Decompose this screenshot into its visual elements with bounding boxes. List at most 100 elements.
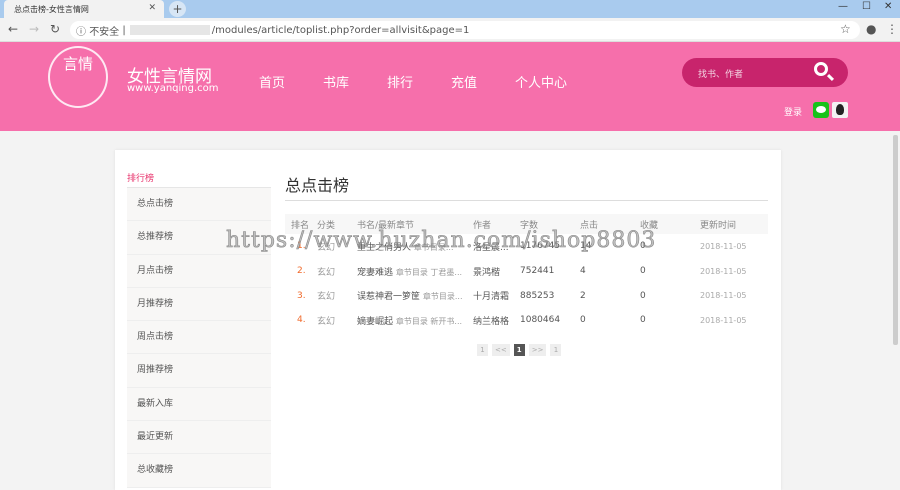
click-count: 4 (580, 266, 586, 277)
sidebar-item[interactable]: 总推荐榜 (127, 221, 271, 255)
latest-chapter-link[interactable]: 章节目录 新开书... (396, 317, 462, 326)
book-cell: 重生之俏男人 章节目录... (351, 234, 467, 259)
sidebar-item[interactable]: 月推荐榜 (127, 288, 271, 322)
pagination: 1 << 1 >> 1 (477, 344, 562, 356)
click-count: 2 (580, 290, 586, 301)
col-book: 书名/最新章节 (351, 214, 467, 234)
sidebar-title: 排行榜 (127, 174, 155, 184)
rank: 4. (297, 315, 306, 326)
wechat-icon[interactable] (813, 102, 829, 118)
update-date: 2018-11-05 (700, 241, 747, 251)
col-clicks: 点击 (574, 214, 634, 234)
search-icon[interactable] (814, 62, 828, 76)
site-logo[interactable]: 言情 (48, 46, 108, 108)
latest-chapter-link[interactable]: 章节目录 丁君墨... (396, 268, 462, 277)
favorite-count: 0 (640, 290, 646, 301)
maximize-icon[interactable]: ☐ (862, 1, 871, 12)
table-row: 2. 玄幻 宠妻难逃 章节目录 丁君墨... 景鸿楷 752441 4 0 20… (285, 259, 768, 284)
author[interactable]: 纳兰格格 (467, 308, 514, 333)
profile-icon[interactable]: ● (866, 22, 876, 36)
book-cell: 宠妻难逃 章节目录 丁君墨... (351, 259, 467, 284)
sidebar-item[interactable]: 最新入库 (127, 388, 271, 422)
page-last[interactable]: 1 (550, 344, 562, 356)
page-next[interactable]: >> (528, 344, 547, 356)
sidebar-item[interactable]: 周点击榜 (127, 321, 271, 355)
sidebar-item[interactable]: 最近更新 (127, 421, 271, 455)
search-box[interactable]: 找书、作者 (682, 58, 848, 87)
author[interactable]: 洛星晨... (467, 234, 514, 259)
category[interactable]: 玄幻 (311, 308, 351, 333)
book-cell: 嫡妻崛起 章节目录 新开书... (351, 308, 467, 333)
latest-chapter-link[interactable]: 章节目录... (423, 292, 463, 301)
sidebar-item[interactable]: 周推荐榜 (127, 354, 271, 388)
word-count: 885253 (520, 290, 555, 301)
update-date: 2018-11-05 (700, 315, 747, 325)
content-card: 排行榜 总点击榜 总推荐榜 月点击榜 月推荐榜 周点击榜 周推荐榜 最新入库 最… (115, 150, 781, 490)
page-title: 总点击榜 (285, 176, 350, 195)
new-tab-button[interactable]: + (169, 1, 186, 17)
scrollbar[interactable] (893, 135, 898, 345)
qq-icon[interactable] (832, 102, 848, 118)
rank: 1. (297, 241, 306, 252)
menu-icon[interactable]: ⋮ (886, 22, 898, 36)
logo-text: 言情 (63, 55, 94, 73)
url-text: /modules/article/toplist.php?order=allvi… (211, 24, 470, 36)
page-first[interactable]: 1 (477, 344, 488, 356)
latest-chapter-link[interactable]: 章节目录... (414, 243, 454, 252)
sidebar-item[interactable]: 总收藏榜 (127, 454, 271, 488)
nav-home[interactable]: 首页 (259, 72, 285, 91)
sidebar-item[interactable]: 月点击榜 (127, 255, 271, 288)
click-count: 0 (580, 315, 586, 326)
tab-title: 总点击榜-女性言情网 (14, 4, 89, 14)
col-updated: 更新时间 (694, 214, 768, 234)
author[interactable]: 景鸿楷 (467, 259, 514, 284)
book-title-link[interactable]: 嫡妻崛起 (357, 317, 393, 327)
category[interactable]: 玄幻 (311, 283, 351, 308)
close-window-icon[interactable]: ✕ (884, 1, 892, 12)
word-count: 1176745 (520, 241, 561, 252)
book-cell: 误惹神君一箩筐 章节目录... (351, 283, 467, 308)
nav-user-center[interactable]: 个人中心 (515, 72, 567, 91)
back-icon[interactable]: ← (8, 22, 18, 36)
category[interactable]: 玄幻 (311, 234, 351, 259)
sidebar-item[interactable]: 总点击榜 (127, 188, 271, 222)
site-domain: www.yanqing.com (127, 83, 219, 94)
close-tab-icon[interactable]: ✕ (148, 3, 156, 13)
rank: 3. (297, 290, 306, 301)
sidebar: 总点击榜 总推荐榜 月点击榜 月推荐榜 周点击榜 周推荐榜 最新入库 最近更新 … (127, 187, 271, 488)
page-prev[interactable]: << (492, 344, 510, 356)
security-label: 不安全 (89, 26, 120, 38)
table-row: 1. 玄幻 重生之俏男人 章节目录... 洛星晨... 1176745 14 0… (285, 234, 768, 259)
favorite-count: 0 (640, 315, 646, 326)
word-count: 752441 (520, 266, 555, 277)
ranking-table: 排名 分类 书名/最新章节 作者 字数 点击 收藏 更新时间 1. 玄幻 重生之… (285, 214, 768, 333)
forward-icon[interactable]: → (29, 22, 39, 36)
author[interactable]: 十月清霜 (467, 283, 514, 308)
col-words: 字数 (514, 214, 574, 234)
search-input[interactable]: 找书、作者 (698, 67, 743, 80)
login-link[interactable]: 登录 (784, 105, 802, 118)
favorite-count: 0 (640, 266, 646, 277)
site-header: 言情 女性言情网 www.yanqing.com 首页 书库 排行 充值 个人中… (0, 42, 900, 131)
book-title-link[interactable]: 宠妻难逃 (357, 268, 393, 278)
favorite-count: 0 (640, 241, 646, 252)
browser-tab[interactable]: 总点击榜-女性言情网 ✕ (4, 0, 164, 18)
book-title-link[interactable]: 误惹神君一箩筐 (357, 292, 420, 302)
address-bar: ← → ↻ ⓘ 不安全 |/modules/article/toplist.ph… (0, 18, 900, 42)
rank: 2. (297, 266, 306, 277)
reload-icon[interactable]: ↻ (50, 22, 60, 36)
page-current[interactable]: 1 (513, 344, 525, 356)
category[interactable]: 玄幻 (311, 259, 351, 284)
minimize-icon[interactable]: — (838, 1, 848, 12)
nav-recharge[interactable]: 充值 (451, 72, 477, 91)
col-category: 分类 (311, 214, 351, 234)
url-input[interactable]: ⓘ 不安全 |/modules/article/toplist.php?orde… (70, 21, 860, 39)
nav-library[interactable]: 书库 (323, 72, 349, 91)
table-row: 4. 玄幻 嫡妻崛起 章节目录 新开书... 纳兰格格 1080464 0 0 … (285, 308, 768, 333)
table-row: 3. 玄幻 误惹神君一箩筐 章节目录... 十月清霜 885253 2 0 20… (285, 283, 768, 308)
col-rank: 排名 (285, 214, 311, 234)
browser-tabbar: 总点击榜-女性言情网 ✕ + — ☐ ✕ (0, 0, 900, 18)
book-title-link[interactable]: 重生之俏男人 (357, 243, 411, 253)
nav-ranking[interactable]: 排行 (387, 72, 413, 91)
bookmark-star-icon[interactable]: ☆ (840, 22, 851, 36)
